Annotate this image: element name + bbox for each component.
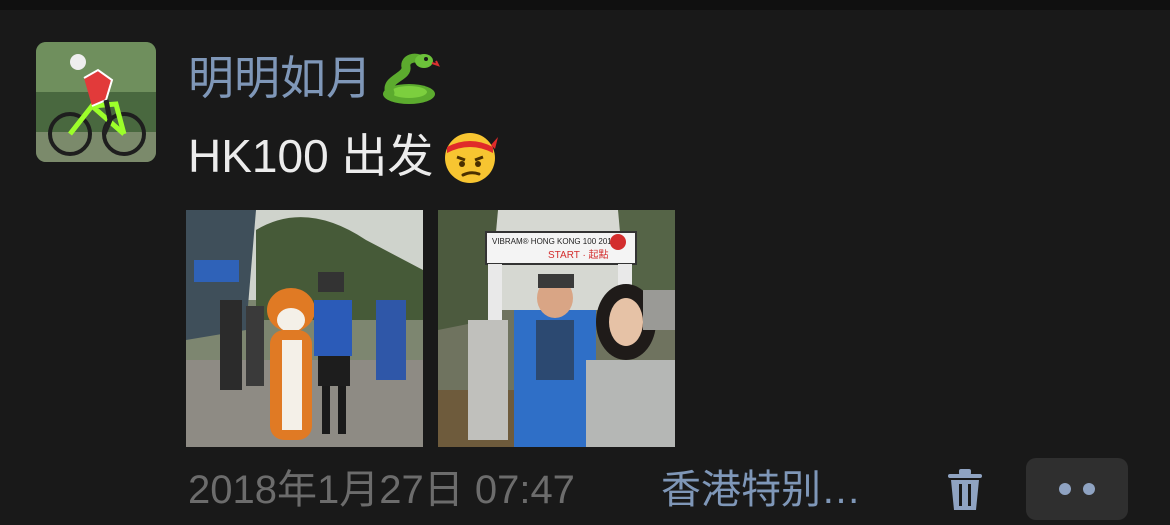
photo-tiger-mascot[interactable] [186, 210, 423, 447]
snake-emoji-icon [383, 53, 440, 104]
post-text-label: HK100 出发 [188, 130, 434, 182]
post-location[interactable]: 香港特别… [661, 462, 886, 518]
post-timestamp: 2018年1月27日 07:47 [188, 468, 575, 512]
post-text: HK100 出发 [188, 126, 499, 186]
author-name-label: 明明如月 [188, 52, 372, 104]
author-name[interactable]: 明明如月 [188, 48, 440, 108]
banner-main-text: START · 起點 [548, 248, 609, 261]
avatar[interactable] [36, 42, 156, 162]
delete-button[interactable] [944, 466, 986, 514]
photo-start-line[interactable]: VIBRAM® HONG KONG 100 2018 START · 起點 [438, 210, 675, 447]
more-button[interactable] [1026, 458, 1128, 520]
more-dots-icon [1059, 483, 1071, 495]
frowning-headband-emoji-icon [445, 133, 499, 183]
more-dots-icon [1083, 483, 1095, 495]
banner-top-text: VIBRAM® HONG KONG 100 2018 [492, 237, 617, 246]
top-divider [0, 0, 1170, 10]
trash-icon [948, 469, 982, 510]
